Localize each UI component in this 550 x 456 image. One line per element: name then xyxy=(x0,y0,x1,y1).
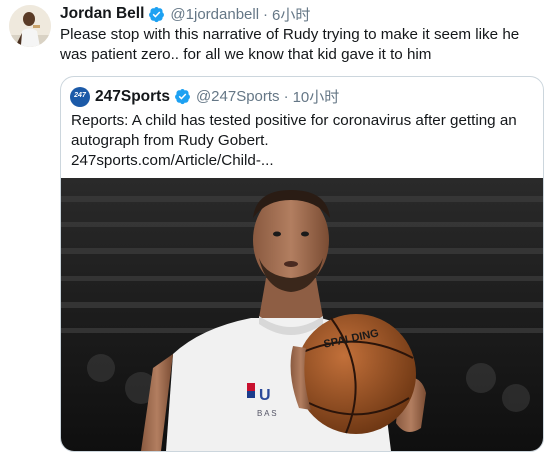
tweet-header: Jordan Bell @1jordanbell · 6小时 xyxy=(60,4,310,24)
article-photo[interactable]: U B A S SPALDING xyxy=(61,178,543,451)
quoted-author-handle[interactable]: @247Sports xyxy=(196,88,280,105)
tweet-timestamp[interactable]: 6小时 xyxy=(272,4,310,25)
quoted-author-avatar[interactable]: 247 xyxy=(70,86,90,107)
svg-text:U: U xyxy=(259,387,271,404)
quoted-tweet-header: 247 247Sports @247Sports · 10小时 xyxy=(70,86,339,107)
author-name[interactable]: Jordan Bell xyxy=(60,5,144,23)
sports-logo-text: 247 xyxy=(74,91,86,99)
quoted-author-name[interactable]: 247Sports xyxy=(95,88,170,106)
separator-dot: · xyxy=(263,5,269,23)
article-link[interactable]: 247sports.com/Article/Child-... xyxy=(71,151,536,171)
quoted-tweet-body: Reports: A child has tested positive for… xyxy=(71,112,517,149)
quoted-tweet-text: Reports: A child has tested positive for… xyxy=(71,111,536,171)
quoted-tweet-timestamp[interactable]: 10小时 xyxy=(293,86,340,107)
avatar-icon xyxy=(9,5,51,47)
author-avatar[interactable] xyxy=(9,5,51,47)
author-handle[interactable]: @1jordanbell xyxy=(170,6,259,23)
verified-badge-icon xyxy=(149,6,165,22)
verified-badge-icon xyxy=(175,88,190,105)
jersey-text: B A S xyxy=(257,409,277,418)
tweet-text: Please stop with this narrative of Rudy … xyxy=(60,26,520,63)
quoted-tweet[interactable]: 247 247Sports @247Sports · 10小时 Reports:… xyxy=(60,76,544,452)
separator-dot: · xyxy=(283,88,289,105)
